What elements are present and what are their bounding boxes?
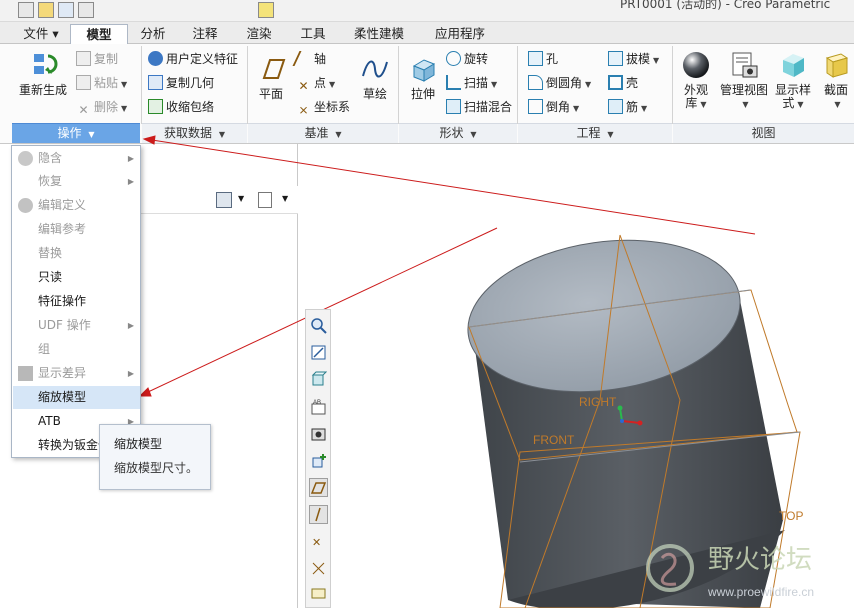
operations-menu: 隐含 ▶ 恢复 ▶ 编辑定义 编辑参考 替换 只读 特征操作 UDF 操作 ▶ 组 显… (11, 145, 141, 458)
chevron-right-icon: ▶ (127, 369, 134, 378)
menu-item-edit-references[interactable]: 编辑参考 (13, 218, 140, 241)
creo-window: PRT0001 (活动的) - Creo Parametric 文件 ▾ 模型 … (0, 0, 854, 608)
svg-text:✕: ✕ (312, 536, 321, 549)
datum-plane-display-icon[interactable] (309, 478, 328, 497)
menu-item-label: 恢复 (38, 174, 63, 188)
menu-item-label: 替换 (38, 246, 63, 260)
show-difference-icon (18, 366, 33, 381)
menu-item-scale-model[interactable]: 缩放模型 (13, 386, 140, 409)
menu-item-label: 组 (38, 342, 51, 356)
watermark-url: www.proewildfire.cn (707, 585, 814, 599)
menu-item-feature-operations[interactable]: 特征操作 (13, 290, 140, 313)
menu-item-resume[interactable]: 恢复 ▶ (13, 170, 140, 193)
csys-display-icon[interactable] (309, 559, 328, 578)
graphics-toolbar: AB ✕ (305, 309, 331, 608)
menu-item-label: UDF 操作 (38, 318, 91, 332)
scale-model-tooltip: 缩放模型 缩放模型尺寸。 (99, 424, 211, 490)
menu-item-label: 编辑参考 (38, 222, 87, 236)
menu-item-read-only[interactable]: 只读 (13, 266, 140, 289)
menu-item-replace[interactable]: 替换 (13, 242, 140, 265)
menu-item-group[interactable]: 组 (13, 338, 140, 361)
datum-axis-display-icon[interactable] (309, 505, 328, 524)
datum-label-top[interactable]: TOP (779, 509, 803, 523)
menu-item-edit-definition[interactable]: 编辑定义 (13, 194, 140, 217)
tooltip-description: 缩放模型尺寸。 (114, 461, 199, 475)
named-view-icon[interactable]: AB (309, 397, 328, 416)
edit-definition-icon (18, 198, 33, 213)
spin-center-icon[interactable] (309, 451, 328, 470)
chevron-right-icon: ▶ (127, 154, 134, 163)
menu-item-label: 隐含 (38, 151, 63, 165)
menu-item-label: ATB (38, 414, 61, 428)
datum-label-right[interactable]: RIGHT (579, 395, 617, 409)
watermark: 野火论坛 www.proewildfire.cn (646, 544, 814, 599)
zoom-window-icon[interactable] (309, 343, 328, 362)
svg-text:AB: AB (313, 400, 321, 406)
view-manager-icon[interactable] (309, 424, 328, 443)
annotation-display-icon[interactable] (309, 586, 328, 605)
saved-views-icon[interactable] (309, 370, 328, 389)
chevron-right-icon: ▶ (127, 321, 134, 330)
menu-item-show-difference[interactable]: 显示差异 ▶ (13, 362, 140, 385)
menu-item-udf-operations[interactable]: UDF 操作 ▶ (13, 314, 140, 337)
menu-item-label: 特征操作 (38, 294, 87, 308)
menu-item-label: 显示差异 (38, 366, 87, 380)
datum-label-front[interactable]: FRONT (533, 433, 575, 447)
menu-item-label: 编辑定义 (38, 198, 87, 212)
datum-point-display-icon[interactable]: ✕ (309, 532, 328, 551)
tooltip-title: 缩放模型 (114, 437, 163, 451)
menu-item-label: 缩放模型 (38, 390, 87, 404)
menu-item-label: 只读 (38, 270, 63, 284)
watermark-title: 野火论坛 (708, 545, 812, 575)
chevron-right-icon: ▶ (127, 177, 134, 186)
refit-zoom-icon[interactable] (309, 316, 328, 335)
menu-item-suppress[interactable]: 隐含 ▶ (13, 147, 140, 170)
suppress-icon (18, 151, 33, 166)
